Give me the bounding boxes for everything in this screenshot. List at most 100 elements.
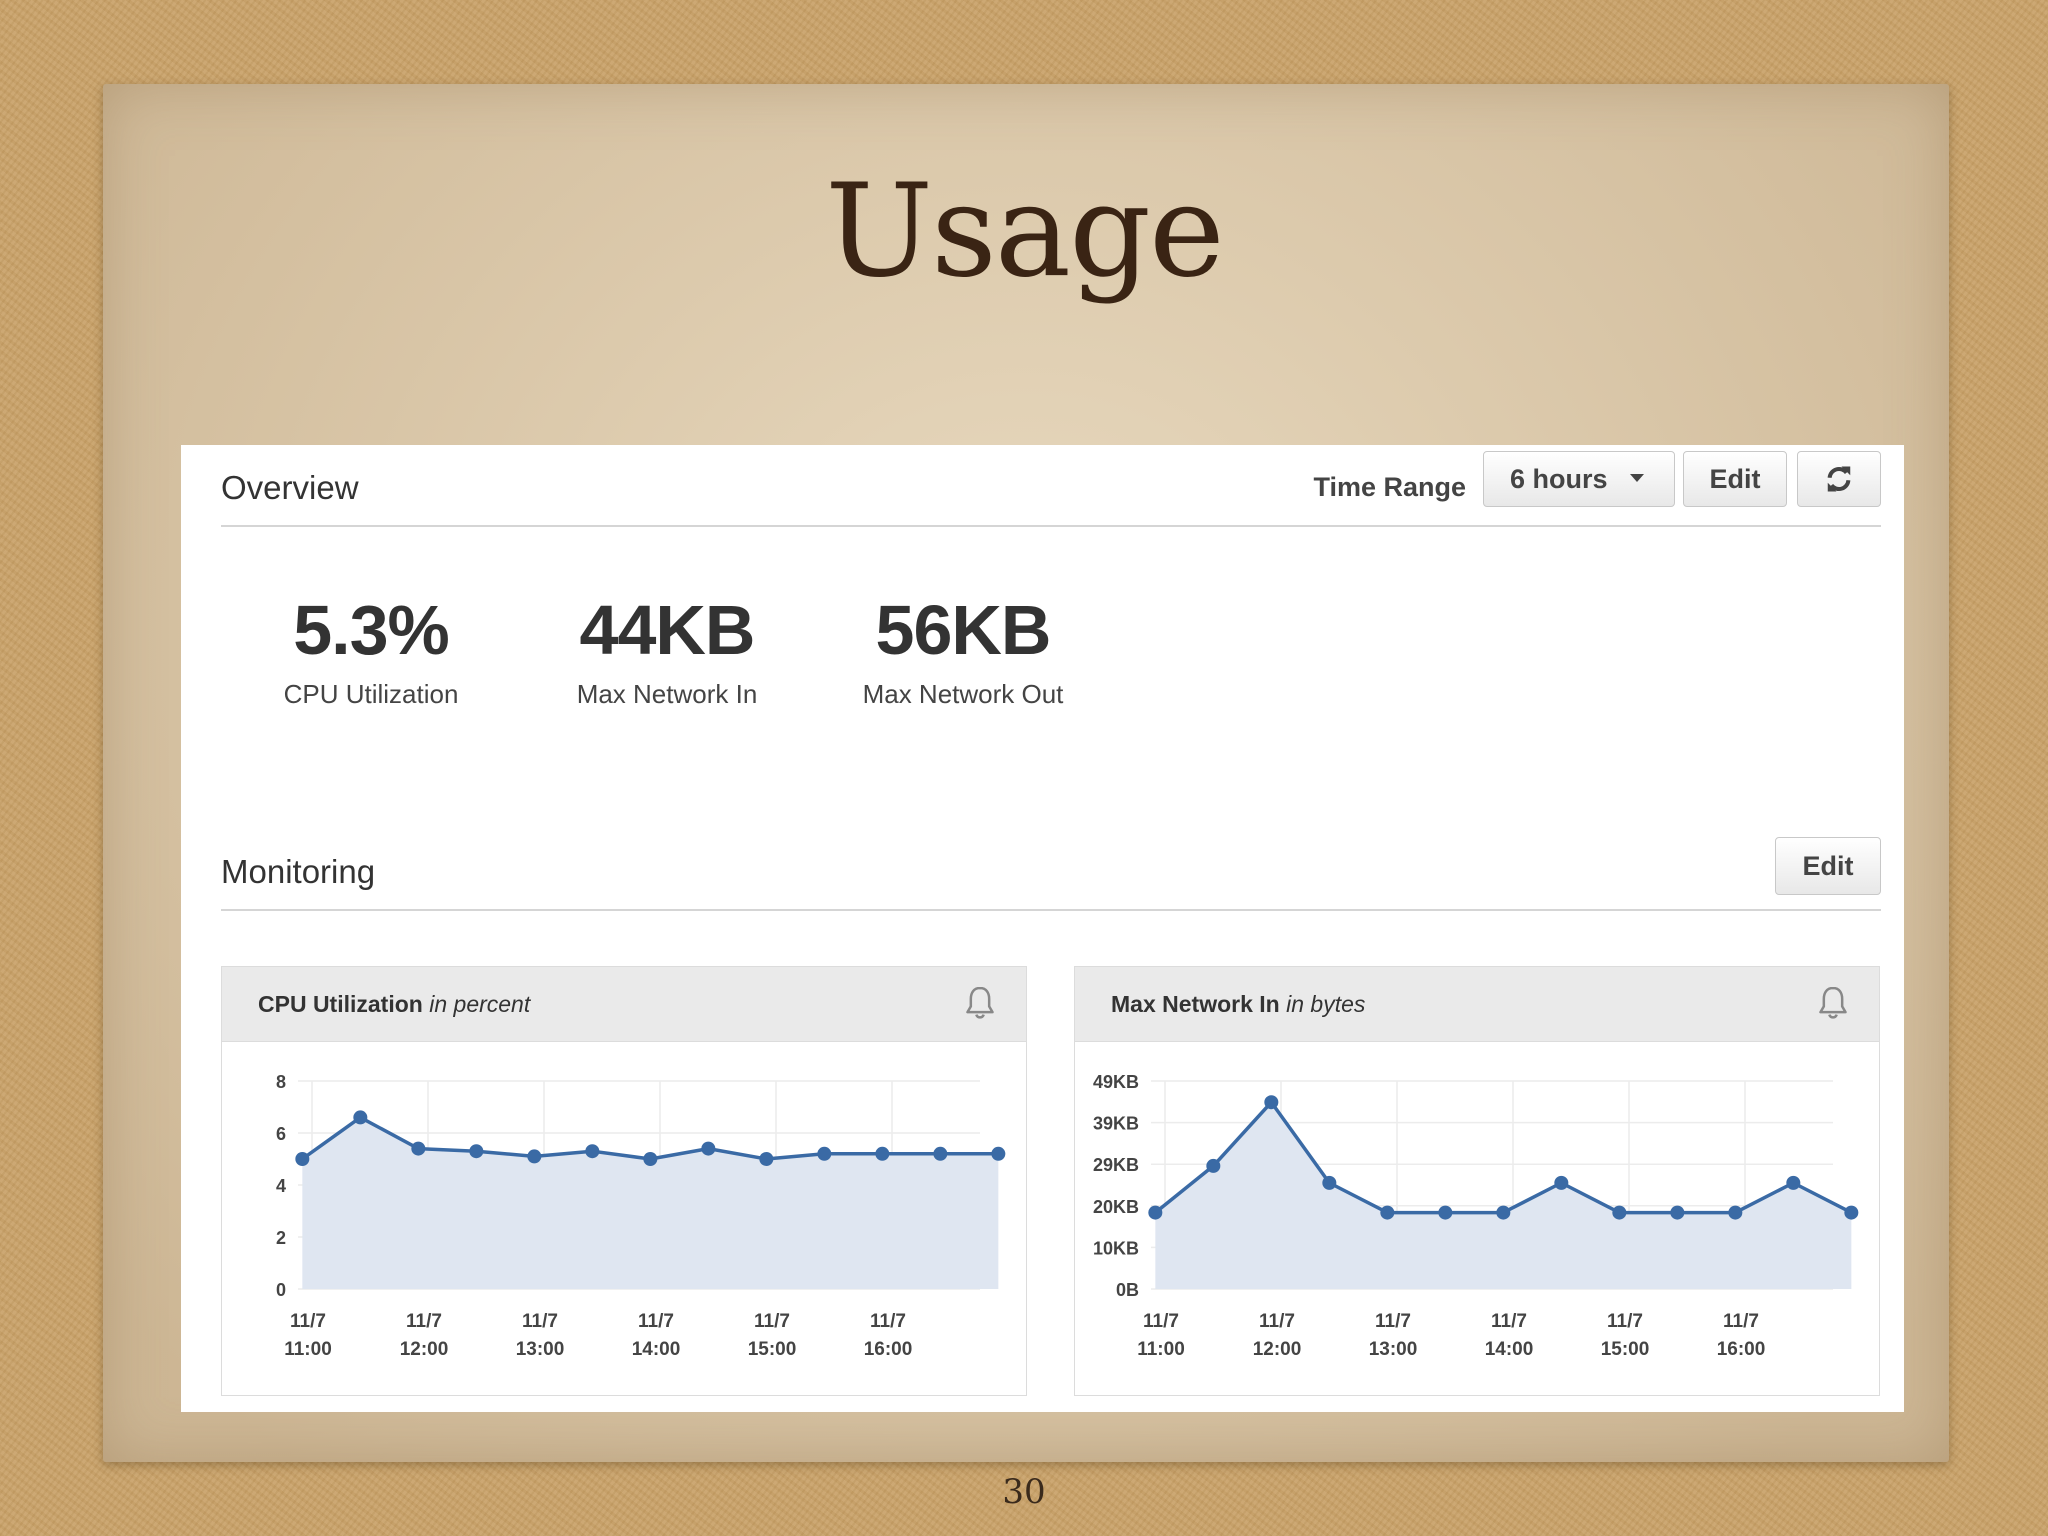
stat-label: Max Network In [576,679,758,709]
chart-title: CPU Utilization in percent [258,991,530,1018]
max-network-in-plot: 0B 10KB 20KB 29KB 39KB 49KB 11/7 11:00 11/7 12:00… [1093,1072,1859,1360]
data-point [469,1144,484,1159]
chart-header: CPU Utilization in percent [222,967,1026,1042]
data-point [701,1141,716,1156]
caret-down-icon [1630,474,1644,482]
y-tick-label: 20KB [1093,1197,1139,1217]
stat-cpu-utilization: 5.3% CPU Utilization [241,595,501,710]
time-range-dropdown[interactable]: 6 hours [1483,451,1675,507]
cpu-utilization-chart[interactable]: CPU Utilization in percent 0 2 4 6 8 11/7 11:0… [221,966,1027,1396]
y-tick-label: 2 [276,1228,286,1248]
overview-stats: 5.3% CPU Utilization 44KB Max Network In… [241,595,1341,725]
stat-value: 56KB [875,591,1052,669]
data-point [585,1144,600,1159]
x-tick-time: 16:00 [1717,1339,1766,1360]
data-point [643,1152,658,1166]
data-point [1670,1205,1685,1220]
data-point [1728,1205,1743,1220]
x-tick-date: 11/7 [290,1311,326,1332]
bell-icon[interactable] [960,983,1000,1023]
y-tick-label: 6 [276,1124,286,1144]
data-point [1844,1205,1859,1220]
stat-label: Max Network Out [862,679,1064,709]
stat-max-network-out: 56KB Max Network Out [833,595,1093,710]
x-tick-time: 13:00 [1369,1339,1418,1360]
x-tick-date: 11/7 [1607,1311,1643,1332]
chart-title-unit: in bytes [1286,991,1366,1017]
refresh-button[interactable] [1797,451,1881,507]
data-point [1322,1175,1337,1190]
x-tick-time: 11:00 [1137,1339,1185,1360]
stat-value: 5.3% [293,591,450,669]
x-tick-date: 11/7 [754,1311,790,1332]
data-point [1380,1205,1395,1220]
chart-title-unit: in percent [429,991,531,1017]
chart-header: Max Network In in bytes [1075,967,1879,1042]
x-tick-time: 14:00 [632,1339,681,1360]
data-point [1612,1205,1627,1220]
time-range-value: 6 hours [1510,463,1608,494]
y-tick-label: 39KB [1093,1114,1139,1134]
x-tick-date: 11/7 [638,1311,674,1332]
y-tick-label: 49KB [1093,1072,1139,1092]
x-tick-date: 11/7 [1375,1311,1411,1332]
data-point [1786,1175,1801,1190]
x-tick-time: 11:00 [284,1339,332,1360]
x-tick-date: 11/7 [1491,1311,1527,1332]
y-tick-label: 0B [1116,1280,1139,1300]
cpu-utilization-plot: 0 2 4 6 8 11/7 11:00 11/7 12:00 11/7 13:00 11/7 14:0… [276,1072,1006,1360]
data-point [1496,1205,1511,1220]
data-point [759,1152,774,1166]
y-tick-label: 8 [276,1072,286,1092]
x-tick-time: 12:00 [400,1339,449,1360]
stat-max-network-in: 44KB Max Network In [537,595,797,710]
chart-title-metric: CPU Utilization [258,991,423,1017]
series-area [1155,1102,1852,1289]
data-point [1264,1095,1279,1110]
x-tick-date: 11/7 [870,1311,906,1332]
stat-label: CPU Utilization [283,679,459,709]
bell-icon[interactable] [1813,983,1853,1023]
x-tick-time: 16:00 [864,1339,913,1360]
x-tick-time: 15:00 [748,1339,797,1360]
console-panel: Overview Time Range 6 hours Edit 5.3% CP… [181,445,1904,1412]
time-range-label: Time Range [1313,472,1466,502]
data-point [295,1152,310,1166]
data-point [1438,1205,1453,1220]
overview-title: Overview [221,469,359,506]
data-point [991,1146,1006,1161]
data-point [411,1141,426,1156]
overview-edit-button[interactable]: Edit [1683,451,1787,507]
data-point [933,1146,948,1161]
monitoring-edit-button[interactable]: Edit [1775,837,1881,895]
x-tick-date: 11/7 [406,1311,442,1332]
data-point [817,1146,832,1161]
data-point [353,1110,368,1125]
y-tick-label: 4 [276,1176,286,1196]
y-tick-label: 29KB [1093,1155,1139,1175]
x-tick-date: 11/7 [522,1311,558,1332]
data-point [875,1146,890,1161]
x-tick-time: 15:00 [1601,1339,1650,1360]
data-point [1554,1175,1569,1190]
slide-title: Usage [825,157,1225,306]
overview-header: Overview Time Range 6 hours Edit [221,445,1881,527]
y-tick-label: 0 [276,1280,286,1300]
data-point [527,1149,542,1164]
y-tick-label: 10KB [1093,1238,1139,1258]
x-tick-date: 11/7 [1723,1311,1759,1332]
page-number: 30 [1002,1472,1046,1512]
x-tick-date: 11/7 [1259,1311,1295,1332]
stat-value: 44KB [579,591,756,669]
refresh-icon [1827,466,1851,492]
x-tick-time: 12:00 [1253,1339,1302,1360]
data-point [1206,1158,1221,1173]
x-tick-time: 14:00 [1485,1339,1534,1360]
max-network-in-chart[interactable]: Max Network In in bytes 0B 10KB 20KB 29KB 39… [1074,966,1880,1396]
x-tick-date: 11/7 [1143,1311,1179,1332]
data-point [1148,1205,1163,1220]
chart-title: Max Network In in bytes [1111,991,1365,1018]
monitoring-title: Monitoring [221,853,376,890]
x-tick-time: 13:00 [516,1339,565,1360]
chart-title-metric: Max Network In [1111,991,1280,1017]
